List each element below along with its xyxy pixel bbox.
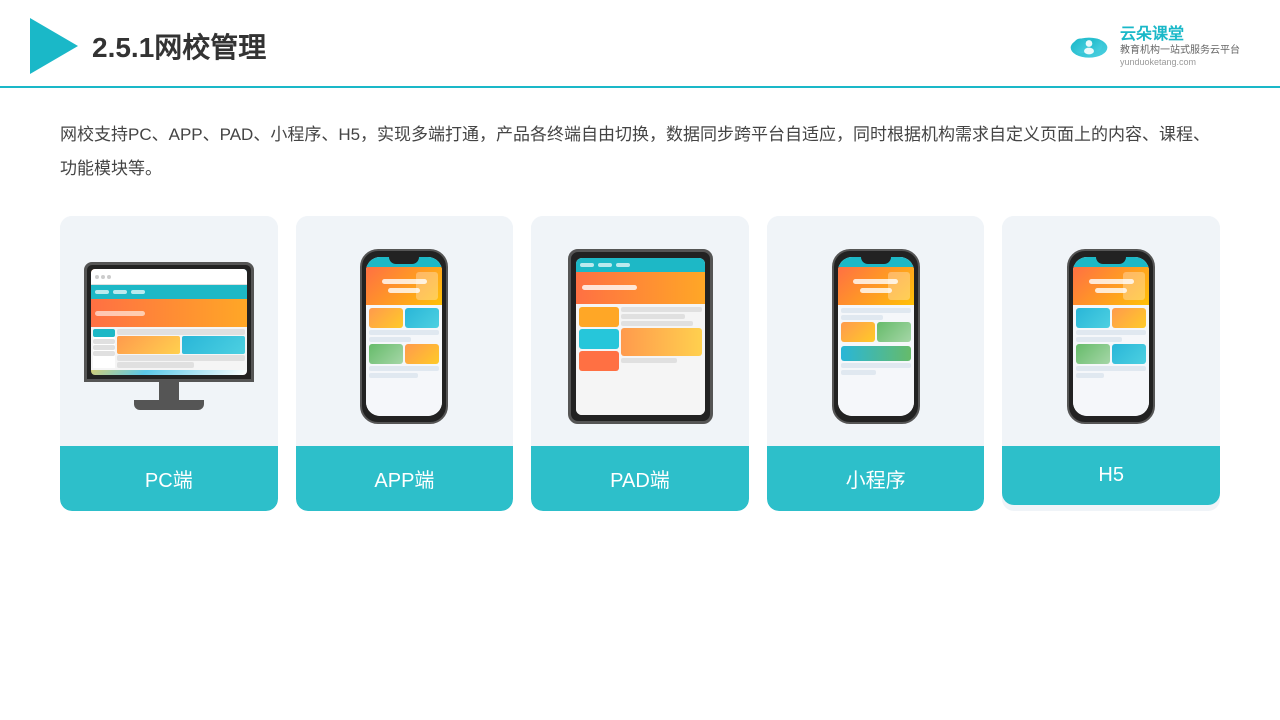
card-miniprogram: 小程序 xyxy=(767,216,985,511)
header-left: 2.5.1网校管理 xyxy=(30,18,266,74)
description-text: 网校支持PC、APP、PAD、小程序、H5，实现多端打通，产品各终端自由切换，数… xyxy=(0,88,1280,206)
logo-triangle-icon xyxy=(30,18,78,74)
brand-logo: 云朵课堂 教育机构一站式服务云平台 yunduoketang.com xyxy=(1064,25,1240,67)
phone-icon xyxy=(360,249,448,424)
card-pc-image xyxy=(60,216,278,446)
brand-name: 云朵课堂 xyxy=(1120,25,1184,44)
description-content: 网校支持PC、APP、PAD、小程序、H5，实现多端打通，产品各终端自由切换，数… xyxy=(60,125,1210,178)
brand-url: yunduoketang.com xyxy=(1120,57,1196,67)
card-h5-label: H5 xyxy=(1002,446,1220,505)
card-pad-image xyxy=(531,216,749,446)
card-pad-label: PAD端 xyxy=(531,446,749,511)
card-app: APP端 xyxy=(296,216,514,511)
brand-tagline: 教育机构一站式服务云平台 xyxy=(1120,44,1240,57)
phone-h5-icon xyxy=(1067,249,1155,424)
card-pc: PC端 xyxy=(60,216,278,511)
card-h5: H5 xyxy=(1002,216,1220,511)
header: 2.5.1网校管理 云朵课堂 教育机构一站式服务云平台 yunduoketang… xyxy=(0,0,1280,88)
tablet-icon xyxy=(568,249,713,424)
cloud-icon xyxy=(1064,29,1114,63)
brand-text: 云朵课堂 教育机构一站式服务云平台 yunduoketang.com xyxy=(1120,25,1240,67)
page-title: 2.5.1网校管理 xyxy=(92,26,266,66)
card-pc-label: PC端 xyxy=(60,446,278,511)
card-app-image xyxy=(296,216,514,446)
pc-monitor-icon xyxy=(84,262,254,410)
card-miniprogram-label: 小程序 xyxy=(767,446,985,511)
phone-miniprogram-icon xyxy=(832,249,920,424)
card-app-label: APP端 xyxy=(296,446,514,511)
cards-container: PC端 xyxy=(0,206,1280,541)
card-miniprogram-image xyxy=(767,216,985,446)
card-h5-image xyxy=(1002,216,1220,446)
card-pad: PAD端 xyxy=(531,216,749,511)
